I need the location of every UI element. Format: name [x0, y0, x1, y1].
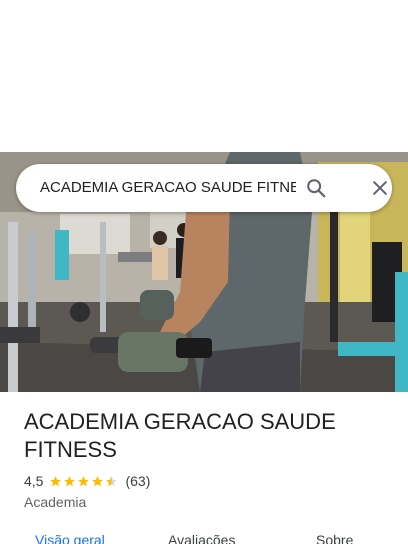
tab-overview[interactable]: Visão geral [35, 530, 105, 544]
place-tabs: Visão geral Avaliações Sobre [0, 528, 408, 544]
tab-reviews[interactable]: Avaliações [168, 530, 235, 544]
star-icon [106, 475, 118, 486]
search-icon[interactable] [302, 174, 330, 202]
star-icon [78, 475, 90, 486]
close-icon[interactable] [366, 174, 394, 202]
search-bar[interactable]: ACADEMIA GERACAO SAUDE FITNE [16, 164, 392, 212]
map-blank-area [0, 0, 408, 152]
star-icon [64, 475, 76, 486]
place-title: ACADEMIA GERACAO SAUDE FITNESS [24, 409, 336, 462]
star-icon [50, 475, 62, 486]
review-count[interactable]: (63) [125, 473, 150, 489]
place-category[interactable]: Academia [24, 492, 86, 512]
rating-value: 4,5 [24, 473, 44, 489]
star-icon [92, 475, 104, 486]
star-rating [49, 475, 119, 488]
rating-row[interactable]: 4,5 (63) [24, 471, 150, 491]
search-input[interactable]: ACADEMIA GERACAO SAUDE FITNE [40, 164, 296, 212]
tab-about[interactable]: Sobre [316, 530, 353, 544]
